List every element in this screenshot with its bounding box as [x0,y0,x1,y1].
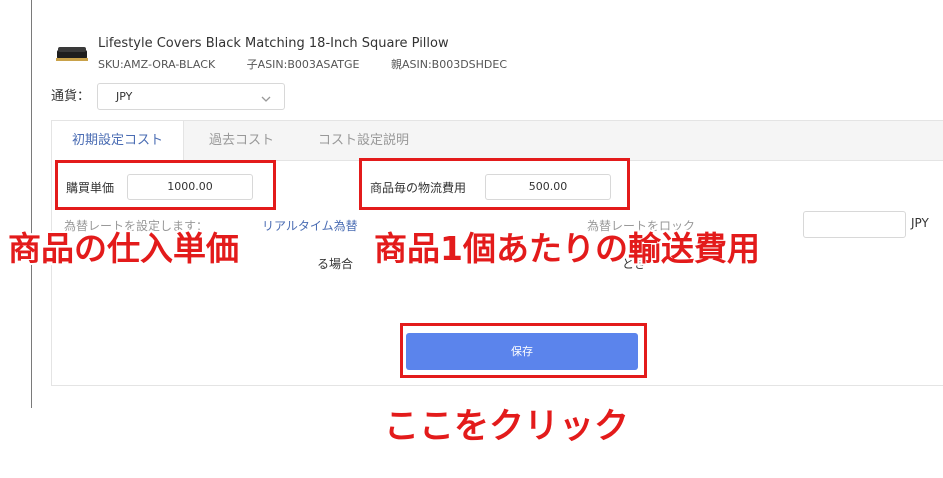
tab-past-cost[interactable]: 過去コスト [189,121,294,161]
tab-bar: 初期設定コスト 過去コスト コスト設定説明 [52,121,943,162]
exchange-rate-input[interactable] [803,211,906,238]
annotation-click-here: ここをクリック [384,407,630,447]
highlight-box-save-button [400,323,647,378]
highlight-box-shipping-cost [359,158,630,210]
product-thumbnail-image [55,40,89,66]
left-border-line [31,0,32,408]
chevron-down-icon [260,90,272,102]
tab-initial-cost[interactable]: 初期設定コスト [52,121,185,162]
currency-label: 通貨： [51,89,91,104]
highlight-box-purchase-price [55,160,276,210]
product-parent-asin: 親ASIN:B003DSHDEC [390,58,508,71]
realtime-rate-link[interactable]: リアルタイム為替 [262,217,358,234]
annotation-shipping-cost: 商品1個あたりの輸送費用 [374,229,760,268]
product-meta: SKU:AMZ-ORA-BLACK 子ASIN:B003ASATGE 親ASIN… [98,56,535,72]
currency-select[interactable]: JPY [97,83,285,110]
product-header: Lifestyle Covers Black Matching 18-Inch … [55,34,655,74]
partial-note-text: る場合 [317,257,354,271]
product-child-asin: 子ASIN:B003ASATGE [246,58,360,71]
exchange-rate-unit: JPY [911,216,929,230]
annotation-unit-price: 商品の仕入単価 [8,229,239,268]
tab-cost-explanation[interactable]: コスト設定説明 [298,121,429,161]
currency-value: JPY [116,90,133,103]
product-title: Lifestyle Covers Black Matching 18-Inch … [98,36,449,51]
product-sku: SKU:AMZ-ORA-BLACK [98,58,216,71]
